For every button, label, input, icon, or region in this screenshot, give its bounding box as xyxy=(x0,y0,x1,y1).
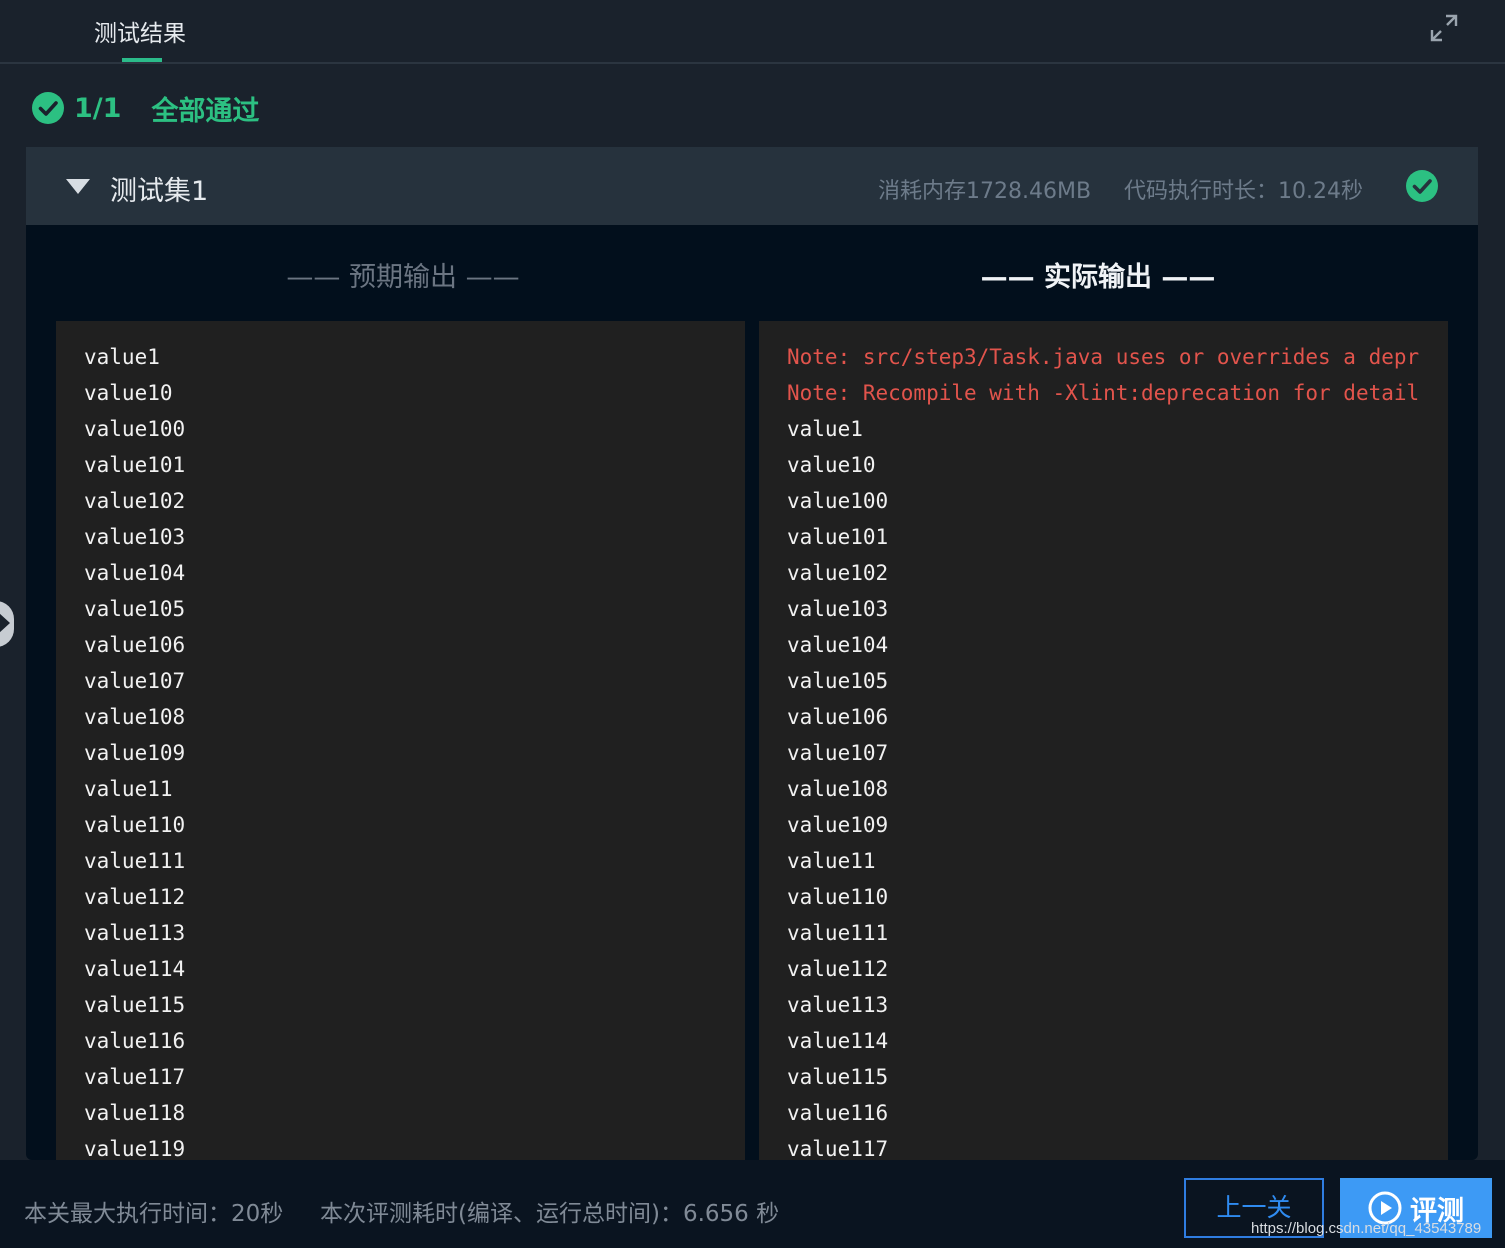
output-line: value115 xyxy=(787,1065,889,1089)
output-line: value101 xyxy=(787,525,889,549)
output-line: value104 xyxy=(787,633,889,657)
actual-output-box: Note: src/step3/Task.java uses or overri… xyxy=(759,321,1448,1160)
output-line: value10 xyxy=(84,381,173,405)
warning-line: Note: src/step3/Task.java uses or overri… xyxy=(787,345,1420,369)
evaluation-time: 本次评测耗时(编译、运行总时间)：6.656 秒 xyxy=(320,1201,780,1227)
output-line: value117 xyxy=(787,1137,889,1160)
output-line: value116 xyxy=(84,1029,186,1053)
output-line: value107 xyxy=(84,669,186,693)
tab-test-result[interactable]: 测试结果 xyxy=(94,14,186,48)
output-line: value108 xyxy=(787,777,889,801)
output-line: value111 xyxy=(787,921,889,945)
output-line: value104 xyxy=(84,561,186,585)
output-line: value112 xyxy=(787,957,889,981)
expected-output-box: value1 value10 value100 value101 value102 val… xyxy=(56,321,745,1160)
output-line: value110 xyxy=(84,813,186,837)
output-line: value114 xyxy=(787,1029,889,1053)
pass-status: 全部通过 xyxy=(151,95,260,127)
output-line: value118 xyxy=(84,1101,186,1125)
output-line: value1 xyxy=(787,417,863,441)
output-line: value10 xyxy=(787,453,876,477)
side-panel-toggle[interactable] xyxy=(0,601,14,647)
output-line: value115 xyxy=(84,993,186,1017)
output-line: value106 xyxy=(84,633,186,657)
warning-line: Note: Recompile with -Xlint:deprecation … xyxy=(787,381,1420,405)
output-line: value101 xyxy=(84,453,186,477)
output-line: value119 xyxy=(84,1137,186,1160)
output-line: value117 xyxy=(84,1065,186,1089)
chevron-right-icon xyxy=(0,613,10,633)
check-circle-icon xyxy=(1406,170,1438,202)
result-summary: 1/1 全部通过 xyxy=(32,88,259,128)
test-set-panel: 测试集1 消耗内存1728.46MB 代码执行时长：10.24秒 —— 预期输出… xyxy=(26,147,1478,1160)
check-circle-icon xyxy=(32,92,64,124)
output-line: value103 xyxy=(84,525,186,549)
output-line: value114 xyxy=(84,957,186,981)
output-line: value102 xyxy=(787,561,889,585)
pass-count: 1/1 xyxy=(74,92,122,124)
watermark: https://blog.csdn.net/qq_43543789 xyxy=(1251,1220,1482,1237)
output-line: value109 xyxy=(84,741,186,765)
output-line: value100 xyxy=(787,489,889,513)
output-line: value103 xyxy=(787,597,889,621)
output-line: value11 xyxy=(787,849,876,873)
output-line: value110 xyxy=(787,885,889,909)
output-line: value111 xyxy=(84,849,186,873)
max-execution-time: 本关最大执行时间：20秒 xyxy=(24,1201,284,1227)
actual-output-lines: Note: src/step3/Task.java uses or overri… xyxy=(787,339,1419,1160)
expected-output-lines: value1 value10 value100 value101 value102 val… xyxy=(84,339,185,1160)
output-line: value105 xyxy=(84,597,186,621)
output-line: value1 xyxy=(84,345,160,369)
output-line: value108 xyxy=(84,705,186,729)
output-line: value102 xyxy=(84,489,186,513)
output-line: value107 xyxy=(787,741,889,765)
output-line: value112 xyxy=(84,885,186,909)
output-line: value113 xyxy=(84,921,186,945)
test-set-header[interactable]: 测试集1 消耗内存1728.46MB 代码执行时长：10.24秒 xyxy=(26,147,1478,225)
output-line: value113 xyxy=(787,993,889,1017)
output-line: value106 xyxy=(787,705,889,729)
caret-down-icon[interactable] xyxy=(66,179,90,195)
test-set-title: 测试集1 xyxy=(110,176,209,207)
output-line: value116 xyxy=(787,1101,889,1125)
active-tab-indicator xyxy=(122,58,162,62)
expand-icon[interactable] xyxy=(1428,12,1460,44)
memory-usage: 消耗内存1728.46MB xyxy=(878,179,1092,204)
output-line: value105 xyxy=(787,669,889,693)
output-line: value11 xyxy=(84,777,173,801)
actual-output-title: —— 实际输出 —— xyxy=(980,262,1216,293)
result-header: 测试结果 xyxy=(0,0,1505,64)
output-line: value109 xyxy=(787,813,889,837)
expected-output-title: —— 预期输出 —— xyxy=(286,262,520,293)
execution-duration: 代码执行时长：10.24秒 xyxy=(1124,179,1363,204)
output-line: value100 xyxy=(84,417,186,441)
